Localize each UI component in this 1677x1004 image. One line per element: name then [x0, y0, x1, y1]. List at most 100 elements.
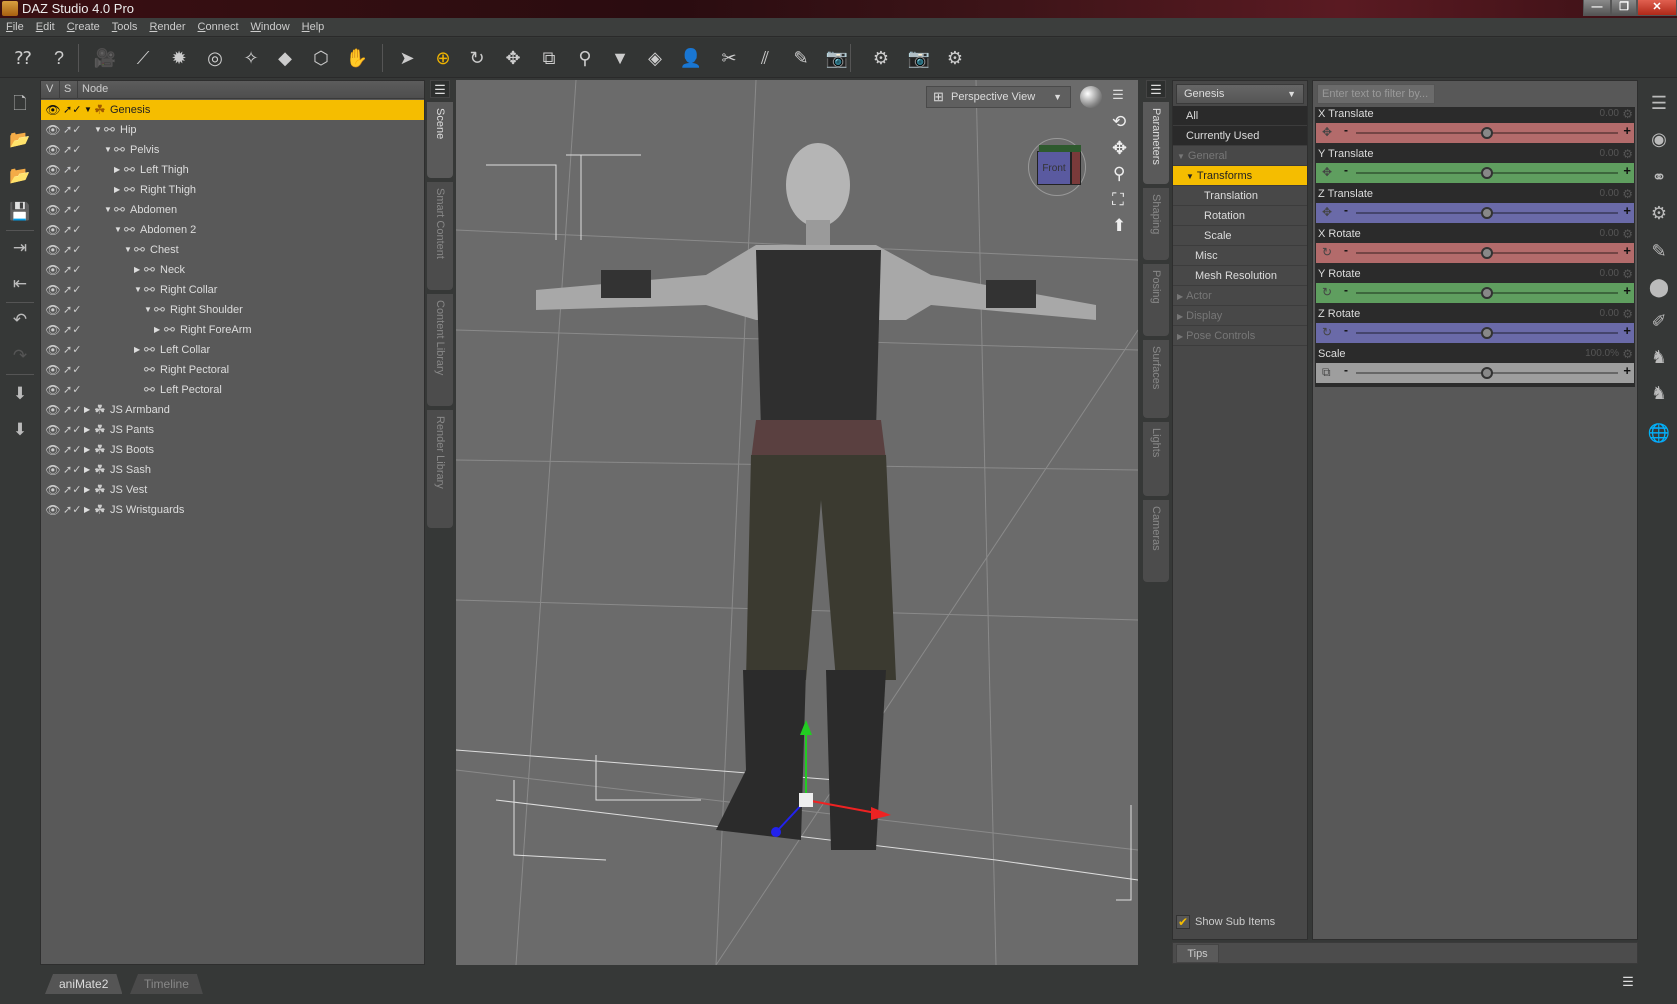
visibility-eye-icon[interactable]: 👁 [44, 480, 62, 500]
decrement-button[interactable]: - [1344, 203, 1348, 217]
create-primitive-icon[interactable]: ◆ [270, 43, 300, 73]
joint-editor-icon[interactable]: ⬤ [1644, 272, 1674, 302]
expand-arrow-open-icon[interactable]: ▼ [94, 120, 102, 140]
expand-arrow-open-icon[interactable]: ▼ [114, 220, 122, 240]
expand-arrow-closed-icon[interactable]: ▶ [114, 160, 120, 180]
scene-node-row[interactable]: 👁 ➚✓ ⚯ Left Pectoral [41, 380, 424, 400]
menu-help[interactable]: Help [296, 18, 331, 37]
expand-arrow-open-icon[interactable]: ▼ [104, 140, 112, 160]
tab-smart-content[interactable]: Smart Content [427, 182, 453, 290]
create-spotlight-dial-icon[interactable]: ◎ [200, 43, 230, 73]
import-icon[interactable]: ⇥ [5, 234, 35, 262]
selectable-cursor-icon[interactable]: ➚✓ [63, 240, 81, 260]
selectable-cursor-icon[interactable]: ➚✓ [63, 340, 81, 360]
universal-tool-icon[interactable]: ⊕ [428, 43, 458, 73]
decrement-button[interactable]: - [1344, 163, 1348, 177]
selectable-cursor-icon[interactable]: ➚✓ [63, 320, 81, 340]
visibility-eye-icon[interactable]: 👁 [44, 240, 62, 260]
selectable-cursor-icon[interactable]: ➚✓ [63, 400, 81, 420]
param-group-transforms[interactable]: ▼ Transforms [1173, 166, 1307, 186]
slider-bar[interactable]: ↻ - + [1316, 243, 1634, 263]
slider-bar[interactable]: ✥ - + [1316, 123, 1634, 143]
selectable-cursor-icon[interactable]: ➚✓ [63, 420, 81, 440]
expand-arrow-icon[interactable]: ▼ [1186, 172, 1194, 181]
show-sub-items-checkbox[interactable]: ✔ Show Sub Items [1176, 914, 1275, 930]
menu-connect[interactable]: Connect [192, 18, 245, 37]
node-select-dropdown[interactable]: Genesis ▼ [1176, 84, 1304, 104]
slider-knob[interactable] [1481, 127, 1493, 139]
scene-node-row[interactable]: 👁 ➚✓ ▼ ⚯ Pelvis [41, 140, 424, 160]
zoom-icon[interactable]: ⚲ [1113, 164, 1125, 184]
pane-options-icon[interactable]: ☰ [430, 80, 450, 98]
geometry-tool-icon[interactable]: ▼ [605, 43, 635, 73]
expand-arrow-closed-icon[interactable]: ▶ [134, 260, 140, 280]
expand-arrow-icon[interactable]: ▶ [1177, 332, 1183, 341]
scene-node-row[interactable]: 👁 ➚✓ ▶ ⚯ Neck [41, 260, 424, 280]
gear-icon[interactable]: ⚙ [1622, 267, 1633, 281]
tab-content-library[interactable]: Content Library [427, 294, 453, 406]
increment-button[interactable]: + [1623, 243, 1631, 258]
slider-knob[interactable] [1481, 367, 1493, 379]
slider-bar[interactable]: ✥ - + [1316, 203, 1634, 223]
parameter-value[interactable]: 0.00 [1600, 188, 1619, 199]
parameter-value[interactable]: 0.00 [1600, 268, 1619, 279]
selectable-cursor-icon[interactable]: ➚✓ [63, 360, 81, 380]
view-cube-front[interactable]: Front [1037, 151, 1071, 185]
create-new-figure-icon[interactable]: ✋ [342, 43, 372, 73]
selectable-cursor-icon[interactable]: ➚✓ [63, 120, 81, 140]
param-group-scale[interactable]: Scale [1173, 226, 1307, 246]
increment-button[interactable]: + [1623, 283, 1631, 298]
parameter-value[interactable]: 0.00 [1600, 308, 1619, 319]
selectable-cursor-icon[interactable]: ➚✓ [63, 220, 81, 240]
decrement-button[interactable]: - [1344, 323, 1348, 337]
visibility-eye-icon[interactable]: 👁 [44, 460, 62, 480]
tab-surfaces[interactable]: Surfaces [1143, 340, 1169, 418]
visibility-eye-icon[interactable]: 👁 [44, 400, 62, 420]
rotate-tool-icon[interactable]: ↻ [462, 43, 492, 73]
gear-icon[interactable]: ⚙ [1622, 147, 1633, 161]
create-point-light-icon[interactable]: ✹ [164, 43, 194, 73]
slider-bar[interactable]: ✥ - + [1316, 163, 1634, 183]
expand-arrow-open-icon[interactable]: ▼ [134, 280, 142, 300]
increment-button[interactable]: + [1623, 123, 1631, 138]
menu-render[interactable]: Render [143, 18, 191, 37]
slider-bar[interactable]: ↻ - + [1316, 283, 1634, 303]
merge-file-icon[interactable]: 📂 [5, 162, 35, 190]
property-hierarchy-icon[interactable]: ✐ [1644, 306, 1674, 336]
pan-icon[interactable]: ✥ [1112, 138, 1127, 159]
scene-node-row[interactable]: 👁 ➚✓ ▼ ⚯ Right Shoulder [41, 300, 424, 320]
create-spotlight-icon[interactable]: ✧ [236, 43, 266, 73]
menu-window[interactable]: Window [245, 18, 296, 37]
visibility-eye-icon[interactable]: 👁 [44, 380, 62, 400]
viewport-options-icon[interactable]: ☰ [1108, 86, 1128, 104]
create-null-icon[interactable]: ⬡ [306, 43, 336, 73]
surface-selection-tool-icon[interactable]: ◈ [640, 43, 670, 73]
selectable-cursor-icon[interactable]: ➚✓ [63, 260, 81, 280]
close-button[interactable]: ✕ [1637, 0, 1677, 16]
tab-cameras[interactable]: Cameras [1143, 500, 1169, 582]
tab-timeline[interactable]: Timeline [130, 974, 203, 994]
checkbox-icon[interactable]: ✔ [1176, 915, 1190, 930]
param-group-general[interactable]: ▼ General [1173, 146, 1307, 166]
slider-knob[interactable] [1481, 327, 1493, 339]
gear-icon[interactable]: ⚙ [1622, 347, 1633, 361]
selectable-cursor-icon[interactable]: ➚✓ [63, 440, 81, 460]
expand-arrow-closed-icon[interactable]: ▶ [134, 340, 140, 360]
menu-edit[interactable]: Edit [30, 18, 61, 37]
decrement-button[interactable]: - [1344, 283, 1348, 297]
selectable-cursor-icon[interactable]: ➚✓ [63, 300, 81, 320]
tab-shaping[interactable]: Shaping [1143, 188, 1169, 260]
parameter-value[interactable]: 0.00 [1600, 148, 1619, 159]
param-group-display[interactable]: ▶ Display [1173, 306, 1307, 326]
environment-globe-icon[interactable]: 🌐 [1644, 418, 1674, 448]
create-camera-icon[interactable]: 🎥 [90, 43, 120, 73]
selectable-cursor-icon[interactable]: ➚✓ [63, 100, 81, 120]
visible-column-header[interactable]: V [46, 83, 53, 95]
scene-node-row[interactable]: 👁 ➚✓ ▼ ⚯ Hip [41, 120, 424, 140]
selectable-cursor-icon[interactable]: ➚✓ [63, 500, 81, 520]
selectable-cursor-icon[interactable]: ➚✓ [63, 140, 81, 160]
node-selection-tool-icon[interactable]: ➤ [392, 43, 422, 73]
aux-viewport-icon[interactable]: ◉ [1644, 124, 1674, 154]
expand-arrow-closed-icon[interactable]: ▶ [84, 460, 90, 480]
visibility-eye-icon[interactable]: 👁 [44, 260, 62, 280]
